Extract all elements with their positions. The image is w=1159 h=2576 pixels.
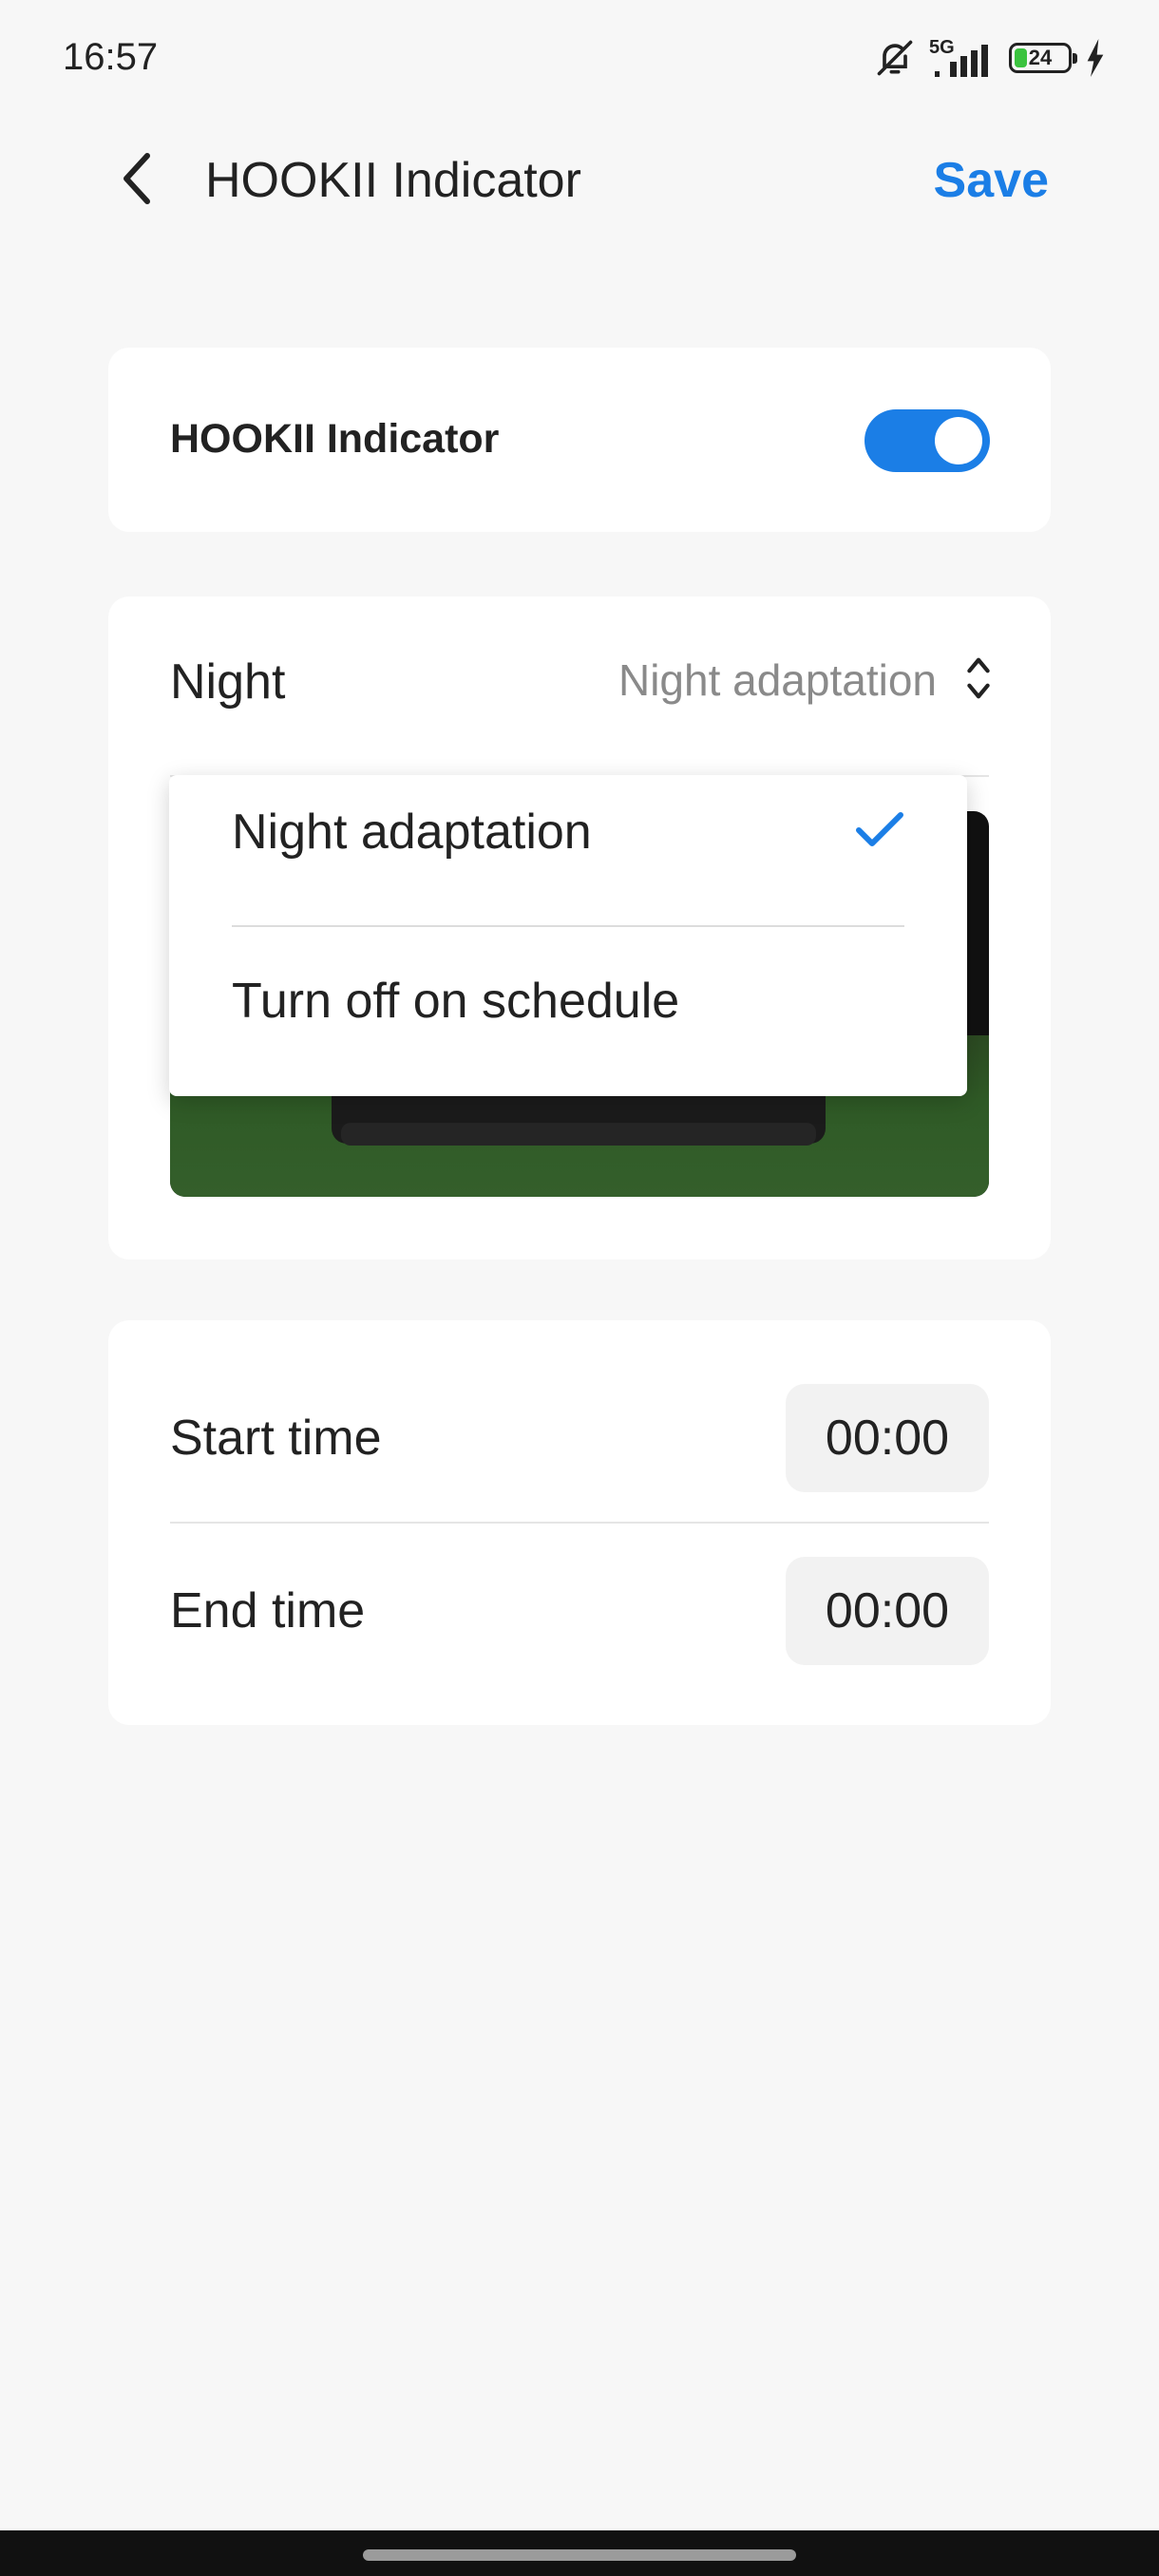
end-time-picker[interactable]: 00:00	[786, 1557, 989, 1665]
bell-muted-icon	[874, 37, 916, 79]
signal-icon: 5G	[929, 37, 996, 79]
checkmark-icon	[855, 811, 904, 854]
battery-icon: 24	[1009, 43, 1077, 73]
mower-base-shape	[341, 1123, 816, 1146]
toggle-knob	[935, 417, 982, 464]
back-button[interactable]	[104, 147, 171, 214]
dropdown-option-turn-off-on-schedule[interactable]: Turn off on schedule	[232, 944, 904, 1058]
battery-level: 24	[1028, 46, 1053, 69]
battery-fill	[1015, 48, 1028, 67]
time-card: Start time 00:00 End time 00:00	[108, 1320, 1051, 1725]
divider	[232, 925, 904, 927]
end-time-label: End time	[170, 1583, 366, 1638]
indicator-card: HOOKII Indicator	[108, 348, 1051, 532]
status-time: 16:57	[63, 36, 159, 78]
option-label: Night adaptation	[232, 805, 592, 860]
night-label: Night	[170, 654, 286, 710]
save-button[interactable]: Save	[934, 152, 1049, 209]
status-bar: 16:57 5G 24	[0, 0, 1159, 114]
divider	[170, 1522, 989, 1524]
night-mode-dropdown: Night adaptation Turn off on schedule	[169, 775, 967, 1096]
end-time-row: End time 00:00	[170, 1554, 989, 1668]
dropdown-option-night-adaptation[interactable]: Night adaptation	[232, 775, 904, 889]
status-icons: 5G 24	[874, 34, 1106, 82]
network-type: 5G	[929, 37, 955, 58]
night-mode-select[interactable]: Night adaptation	[618, 650, 994, 710]
start-time-picker[interactable]: 00:00	[786, 1384, 989, 1492]
system-nav-bar	[0, 2530, 1159, 2576]
chevron-left-icon	[119, 150, 157, 212]
home-indicator[interactable]	[363, 2549, 796, 2561]
start-time-label: Start time	[170, 1411, 382, 1466]
night-mode-value: Night adaptation	[618, 655, 937, 705]
start-time-row: Start time 00:00	[170, 1381, 989, 1495]
option-label: Turn off on schedule	[232, 974, 680, 1029]
indicator-label: HOOKII Indicator	[170, 416, 500, 462]
indicator-toggle[interactable]	[864, 409, 990, 472]
chevron-up-down-icon	[963, 654, 994, 707]
page-title: HOOKII Indicator	[205, 153, 581, 208]
charging-icon	[1085, 39, 1106, 77]
header: HOOKII Indicator Save	[0, 123, 1159, 237]
